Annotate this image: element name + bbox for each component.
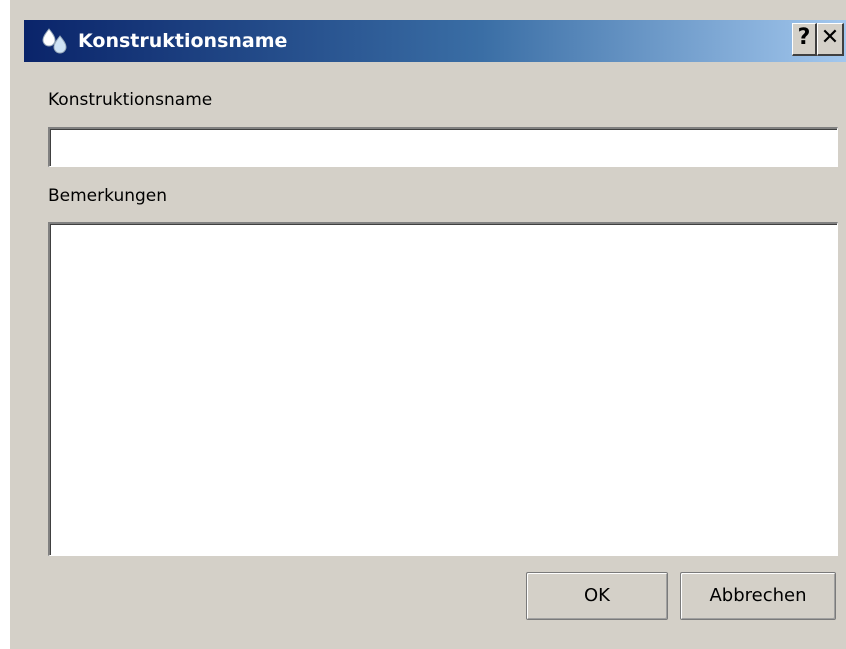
remarks-label: Bemerkungen xyxy=(48,186,168,206)
close-button[interactable]: ✕ xyxy=(817,23,844,56)
ok-button[interactable]: OK xyxy=(526,572,668,620)
dialog-window: Konstruktionsname ? ✕ Konstruktionsname … xyxy=(0,0,846,649)
dialog-title: Konstruktionsname xyxy=(78,30,288,52)
drop-icon xyxy=(42,27,68,55)
remarks-textarea[interactable] xyxy=(48,222,838,556)
cancel-button[interactable]: Abbrechen xyxy=(680,572,836,620)
construction-name-input[interactable] xyxy=(48,127,838,167)
construction-name-label: Konstruktionsname xyxy=(48,90,213,110)
title-bar[interactable]: Konstruktionsname ? ✕ xyxy=(24,20,846,62)
help-button[interactable]: ? xyxy=(792,23,817,56)
